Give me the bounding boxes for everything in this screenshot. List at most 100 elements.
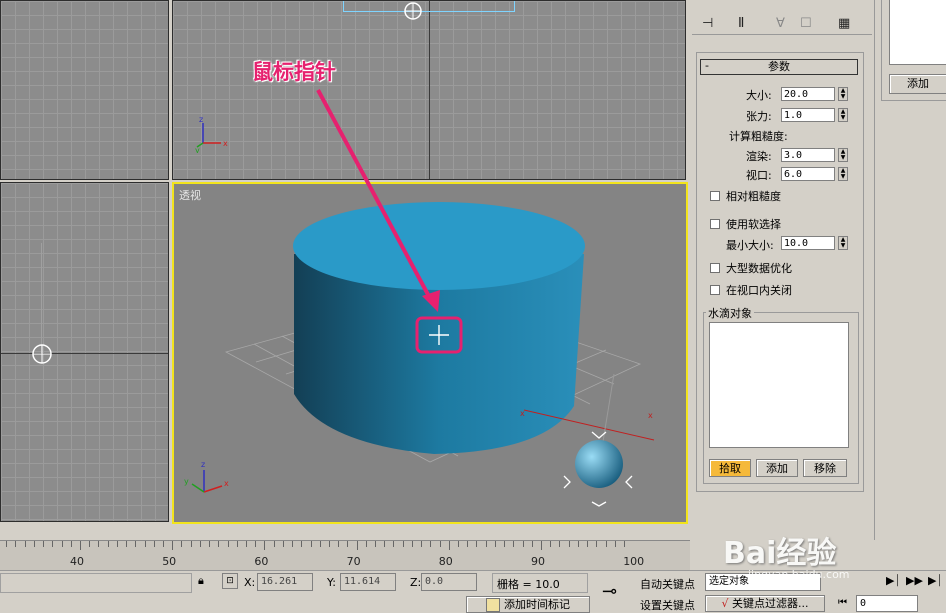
use-soft-selection-checkbox[interactable] [710, 219, 720, 229]
pick-button[interactable]: 拾取 [709, 459, 751, 477]
absolute-mode-icon[interactable]: ⊡ [222, 573, 238, 589]
baidu-watermark-url: jingyan.baidu.com [748, 568, 850, 581]
parameters-rollout-header[interactable]: - 参数 [700, 59, 858, 75]
remove-modifier-icon[interactable]: ☐ [800, 16, 812, 36]
ruler-tick [559, 541, 561, 547]
ruler-tick [227, 541, 229, 547]
min-size-spinner[interactable]: 10.0 [781, 236, 835, 250]
ruler-tick [172, 541, 174, 550]
viewport-label: 视口: [746, 169, 772, 182]
use-soft-selection-label: 使用软选择 [726, 218, 781, 231]
prev-key-icon[interactable]: ⏮ [838, 597, 847, 608]
add-time-tag-button[interactable]: 添加时间标记 [466, 596, 590, 613]
roughness-title: 计算粗糙度: [729, 130, 788, 143]
ruler-tick [61, 541, 63, 547]
time-tag-icon [486, 598, 500, 612]
ruler-tick [190, 541, 192, 547]
large-data-opt-checkbox[interactable] [710, 263, 720, 273]
baidu-watermark: Bai经验 [723, 536, 837, 571]
ruler-tick [504, 541, 506, 547]
current-frame-field[interactable]: 0 [856, 595, 918, 612]
size-label: 大小: [746, 89, 772, 102]
min-size-spinner-arrows[interactable]: ▲ ▼ [838, 236, 848, 250]
viewport-spinner-arrows[interactable]: ▲ ▼ [838, 167, 848, 181]
x-coord-field[interactable]: 16.261 [257, 573, 313, 591]
key-filters-button[interactable]: √ 关键点过滤器... [705, 595, 825, 612]
ruler-label: 50 [162, 555, 177, 568]
ruler-tick [273, 541, 275, 547]
ruler-tick [347, 541, 349, 547]
z-coord-label: Z: [410, 576, 422, 589]
tension-label: 张力: [746, 110, 772, 123]
ruler-tick [70, 541, 72, 547]
ruler-tick [33, 541, 35, 547]
size-spinner[interactable]: 20.0 [781, 87, 835, 101]
z-coord-field[interactable]: 0.0 [421, 573, 477, 591]
ruler-tick [596, 541, 598, 547]
ruler-tick [531, 541, 533, 547]
ruler-tick [393, 541, 395, 547]
ruler-tick [522, 541, 524, 547]
ruler-tick [430, 541, 432, 547]
secondary-panel: 添加 [874, 0, 946, 540]
tension-spinner-arrows[interactable]: ▲ ▼ [838, 108, 848, 122]
ruler-label: 40 [70, 555, 84, 568]
tension-spinner[interactable]: 1.0 [781, 108, 835, 122]
command-panel-toolbar: ⊣ Ⅱ ∀ ☐ ▦ [692, 6, 872, 35]
ruler-tick [356, 541, 358, 550]
ruler-tick [24, 541, 26, 547]
pin-stack-icon[interactable]: ⊣ [702, 16, 713, 36]
ruler-tick [568, 541, 570, 547]
time-ruler[interactable]: 40 50 60 70 80 90 100 [0, 540, 690, 571]
size-spinner-arrows[interactable]: ▲ ▼ [838, 87, 848, 101]
annotation-arrow [316, 89, 440, 312]
ruler-label: 70 [346, 555, 361, 568]
ruler-tick [328, 541, 330, 547]
ruler-label: 80 [438, 555, 453, 568]
ruler-tick [153, 541, 155, 547]
next-frame-icon[interactable]: ▶▶ [906, 574, 923, 587]
key-filter-curve-icon: √ [721, 597, 729, 610]
ruler-tick [421, 541, 423, 547]
ruler-tick [15, 541, 17, 547]
ruler-tick [467, 541, 469, 547]
auto-key-button[interactable]: 自动关键点 [640, 576, 695, 592]
water-drop-title: 水滴对象 [706, 305, 754, 321]
ruler-tick [255, 541, 257, 547]
ruler-tick [282, 541, 284, 547]
ruler-tick [448, 541, 450, 550]
add-button[interactable]: 添加 [756, 459, 798, 477]
ruler-tick [218, 541, 220, 547]
remove-button[interactable]: 移除 [803, 459, 847, 477]
ruler-label: 90 [531, 555, 545, 568]
relative-roughness-checkbox[interactable] [710, 191, 720, 201]
show-end-result-icon[interactable]: Ⅱ [738, 16, 744, 36]
ruler-tick [162, 541, 164, 547]
viewport-spinner[interactable]: 6.0 [781, 167, 835, 181]
annotation-label: 鼠标指针 [252, 60, 336, 84]
grid-size-label: 栅格 = 10.0 [497, 578, 560, 591]
parameters-title: 参数 [768, 60, 790, 73]
ruler-tick [98, 541, 100, 547]
off-in-viewport-checkbox[interactable] [710, 285, 720, 295]
ruler-tick [301, 541, 303, 547]
water-drop-list[interactable] [709, 322, 849, 448]
y-coord-field[interactable]: 11.614 [340, 573, 396, 591]
ruler-tick [181, 541, 183, 547]
key-filters-label: 关键点过滤器... [732, 597, 809, 610]
ruler-tick [494, 541, 496, 547]
render-spinner-arrows[interactable]: ▲ ▼ [838, 148, 848, 162]
goto-end-icon[interactable]: ▶⏐ [928, 574, 943, 588]
make-unique-icon[interactable]: ∀ [776, 16, 785, 36]
configure-modifier-icon[interactable]: ▦ [838, 16, 850, 36]
play-button-icon[interactable]: ▶⏐ [886, 574, 901, 588]
ruler-tick [375, 541, 377, 547]
key-icon[interactable]: ⊸ [602, 581, 617, 602]
set-key-button[interactable]: 设置关键点 [640, 597, 695, 613]
ruler-tick [319, 541, 321, 547]
secondary-panel-frame [881, 0, 946, 101]
lock-icon[interactable]: 🔒︎ [198, 574, 204, 588]
render-spinner[interactable]: 3.0 [781, 148, 835, 162]
ruler-tick [485, 541, 487, 547]
ruler-tick [116, 541, 118, 547]
